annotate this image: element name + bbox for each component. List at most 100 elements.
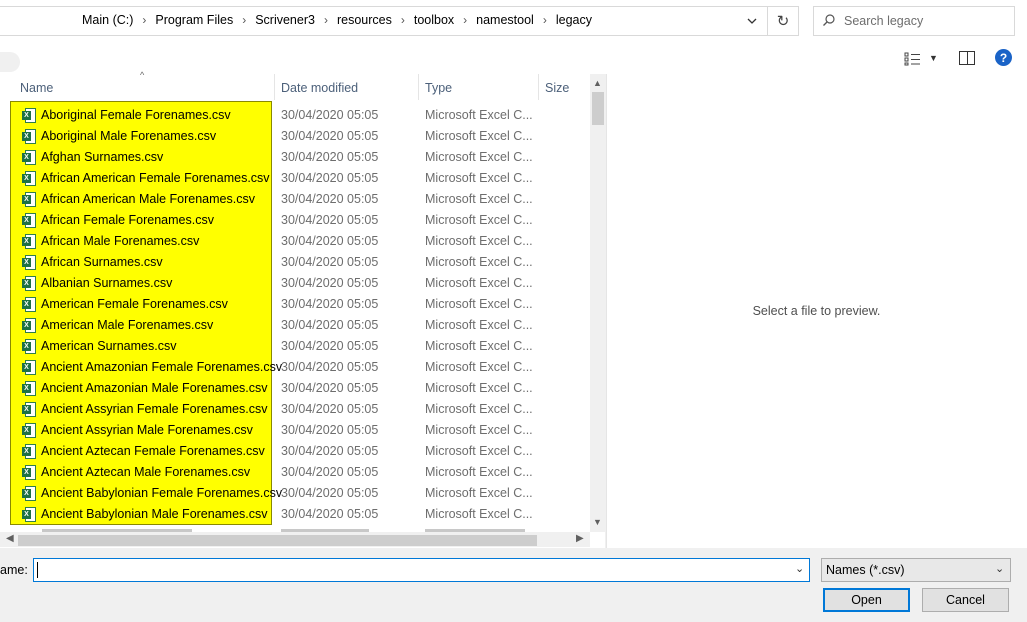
file-date: 30/04/2020 05:05: [281, 360, 379, 374]
file-name: Ancient Assyrian Female Forenames.csv: [41, 402, 268, 416]
breadcrumb-item[interactable]: Program Files: [153, 13, 235, 27]
breadcrumb-separator-icon[interactable]: ›: [317, 13, 335, 27]
vertical-scrollbar[interactable]: [590, 74, 605, 532]
refresh-button[interactable]: ↻: [768, 6, 799, 36]
cancel-button[interactable]: Cancel: [922, 588, 1009, 612]
file-row[interactable]: X Ancient Amazonian Male Forenames.csv 30/…: [0, 378, 590, 399]
excel-csv-file-icon: X: [22, 339, 36, 354]
file-name: African American Male Forenames.csv: [41, 192, 255, 206]
file-date: 30/04/2020 05:05: [281, 507, 379, 521]
file-row[interactable]: X Ancient Assyrian Male Forenames.csv 30/0…: [0, 420, 590, 441]
text-caret: [37, 562, 38, 578]
file-row[interactable]: X Albanian Surnames.csv 30/04/2020 05:05 Mi…: [0, 273, 590, 294]
file-row[interactable]: X Ancient Babylonian Female Forenames.csv…: [0, 483, 590, 504]
file-type: Microsoft Excel C...: [425, 318, 533, 332]
file-type: Microsoft Excel C...: [425, 276, 533, 290]
file-name: Ancient Assyrian Male Forenames.csv: [41, 423, 253, 437]
file-type: Microsoft Excel C...: [425, 213, 533, 227]
file-name: American Surnames.csv: [41, 339, 177, 353]
scroll-up-icon[interactable]: ▲: [593, 78, 602, 88]
file-type: Microsoft Excel C...: [425, 129, 533, 143]
file-row[interactable]: X Aboriginal Male Forenames.csv 30/04/2020…: [0, 126, 590, 147]
scroll-down-icon[interactable]: ▼: [593, 517, 602, 527]
file-row[interactable]: X American Male Forenames.csv 30/04/2020 0…: [0, 315, 590, 336]
file-row[interactable]: X Ancient Aztecan Male Forenames.csv 30/04…: [0, 462, 590, 483]
horizontal-scroll-thumb[interactable]: [18, 535, 537, 546]
breadcrumb-separator-icon[interactable]: ›: [394, 13, 412, 27]
file-type: Microsoft Excel C...: [425, 150, 533, 164]
file-type: Microsoft Excel C...: [425, 297, 533, 311]
file-type-filter[interactable]: Names (*.csv): [821, 558, 1011, 582]
vertical-scroll-thumb[interactable]: [592, 92, 604, 125]
file-name: Ancient Aztecan Female Forenames.csv: [41, 444, 265, 458]
search-box[interactable]: Search legacy: [813, 6, 1015, 36]
chevron-down-icon[interactable]: ⌄: [995, 562, 1004, 575]
search-input[interactable]: Search legacy: [844, 14, 923, 28]
file-row[interactable]: X Afghan Surnames.csv 30/04/2020 05:05 Micr…: [0, 147, 590, 168]
file-row[interactable]: X American Female Forenames.csv 30/04/2020…: [0, 294, 590, 315]
excel-csv-file-icon: X: [22, 192, 36, 207]
file-name: Ancient Babylonian Female Forenames.csv: [41, 486, 283, 500]
file-row[interactable]: X American Surnames.csv 30/04/2020 05:05 Mi…: [0, 336, 590, 357]
file-row[interactable]: X African Surnames.csv 30/04/2020 05:05 Mic…: [0, 252, 590, 273]
file-row[interactable]: X Aboriginal Female Forenames.csv 30/04/20…: [0, 105, 590, 126]
file-type: Microsoft Excel C...: [425, 108, 533, 122]
preview-pane-icon[interactable]: [959, 51, 975, 65]
file-date: 30/04/2020 05:05: [281, 255, 379, 269]
file-row[interactable]: X Ancient Babylonian Male Forenames.csv 30…: [0, 504, 590, 525]
scroll-right-icon[interactable]: ▶: [576, 533, 584, 544]
excel-csv-file-icon: X: [22, 297, 36, 312]
breadcrumb-item[interactable]: toolbox: [412, 13, 456, 27]
file-date: 30/04/2020 05:05: [281, 234, 379, 248]
file-row[interactable]: X African American Male Forenames.csv 30/0…: [0, 189, 590, 210]
file-name: African Surnames.csv: [41, 255, 163, 269]
column-header-type[interactable]: Type: [419, 76, 538, 100]
breadcrumb-item[interactable]: resources: [335, 13, 394, 27]
breadcrumb-separator-icon[interactable]: ›: [536, 13, 554, 27]
file-type: Microsoft Excel C...: [425, 423, 533, 437]
breadcrumb-item[interactable]: legacy: [554, 13, 594, 27]
file-type: Microsoft Excel C...: [425, 171, 533, 185]
file-date: 30/04/2020 05:05: [281, 402, 379, 416]
breadcrumb-separator-icon[interactable]: ›: [235, 13, 253, 27]
excel-csv-file-icon: X: [22, 150, 36, 165]
file-date: 30/04/2020 05:05: [281, 108, 379, 122]
breadcrumb-item[interactable]: namestool: [474, 13, 536, 27]
excel-csv-file-icon: X: [22, 486, 36, 501]
file-name: Ancient Aztecan Male Forenames.csv: [41, 465, 251, 479]
excel-csv-file-icon: X: [22, 108, 36, 123]
filename-input[interactable]: [33, 558, 810, 582]
chevron-down-icon[interactable]: ⌄: [795, 562, 804, 575]
breadcrumb: Main (C:) › Program Files › Scrivener3 › resou…: [80, 13, 594, 27]
view-options-icon[interactable]: [904, 52, 922, 66]
file-date: 30/04/2020 05:05: [281, 423, 379, 437]
column-header-size[interactable]: Size: [539, 76, 589, 100]
file-type: Microsoft Excel C...: [425, 507, 533, 521]
view-options-dropdown-icon[interactable]: ▼: [929, 53, 938, 63]
file-row[interactable]: X African American Female Forenames.csv 30…: [0, 168, 590, 189]
help-icon[interactable]: ?: [995, 49, 1012, 66]
file-row[interactable]: X African Male Forenames.csv 30/04/2020 05…: [0, 231, 590, 252]
breadcrumb-item[interactable]: Main (C:): [80, 13, 135, 27]
column-header-name[interactable]: Name: [14, 76, 274, 100]
file-date: 30/04/2020 05:05: [281, 444, 379, 458]
filename-label: ame:: [0, 563, 28, 577]
address-history-dropdown[interactable]: [742, 12, 762, 30]
file-date: 30/04/2020 05:05: [281, 171, 379, 185]
file-row[interactable]: X Ancient Assyrian Female Forenames.csv 30…: [0, 399, 590, 420]
file-row[interactable]: X Ancient Aztecan Female Forenames.csv 30/…: [0, 441, 590, 462]
file-row[interactable]: X Ancient Amazonian Female Forenames.csv 3…: [0, 357, 590, 378]
file-name: Ancient Babylonian Male Forenames.csv: [41, 507, 268, 521]
open-button[interactable]: Open: [823, 588, 910, 612]
breadcrumb-separator-icon[interactable]: ›: [456, 13, 474, 27]
breadcrumb-item[interactable]: Scrivener3: [253, 13, 317, 27]
breadcrumb-separator-icon[interactable]: ›: [135, 13, 153, 27]
file-type: Microsoft Excel C...: [425, 192, 533, 206]
file-type: Microsoft Excel C...: [425, 486, 533, 500]
excel-csv-file-icon: X: [22, 234, 36, 249]
scroll-left-icon[interactable]: ◀: [6, 533, 14, 544]
file-row[interactable]: X African Female Forenames.csv 30/04/2020 …: [0, 210, 590, 231]
column-header-date[interactable]: Date modified: [275, 76, 418, 100]
excel-csv-file-icon: X: [22, 255, 36, 270]
organize-button-edge[interactable]: [0, 52, 20, 72]
